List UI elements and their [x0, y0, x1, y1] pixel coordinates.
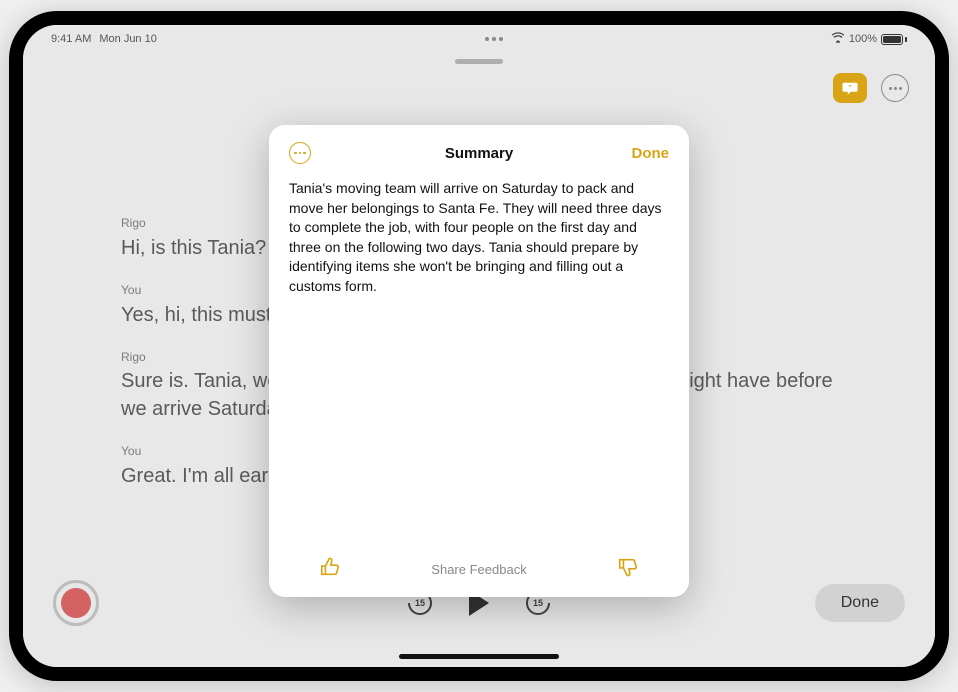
multitask-indicator-icon[interactable] — [485, 37, 503, 41]
thumbs-down-button[interactable] — [617, 556, 639, 583]
svg-text:”: ” — [848, 85, 851, 92]
modal-done-button[interactable]: Done — [632, 145, 670, 162]
wifi-icon — [831, 32, 845, 46]
transcript-quote-button[interactable]: ” — [833, 73, 867, 103]
modal-title: Summary — [445, 145, 513, 162]
battery-percent: 100% — [849, 33, 877, 45]
status-bar: 9:41 AM Mon Jun 10 100% — [23, 25, 935, 53]
top-right-tools: ” — [833, 73, 909, 103]
status-date: Mon Jun 10 — [99, 33, 156, 45]
home-indicator[interactable] — [399, 654, 559, 659]
ipad-frame: 9:41 AM Mon Jun 10 100% — [9, 11, 949, 681]
record-icon — [61, 588, 91, 618]
screen: 9:41 AM Mon Jun 10 100% — [23, 25, 935, 667]
modal-header: Summary Done — [289, 141, 669, 165]
more-button[interactable] — [881, 74, 909, 102]
sheet-grabber[interactable] — [455, 59, 503, 64]
status-time: 9:41 AM — [51, 33, 91, 45]
record-button[interactable] — [53, 580, 99, 626]
modal-footer: Share Feedback — [289, 556, 669, 583]
thumbs-up-button[interactable] — [319, 556, 341, 583]
skip-fwd-value: 15 — [533, 598, 543, 608]
share-feedback-label: Share Feedback — [431, 562, 526, 577]
summary-text: Tania's moving team will arrive on Satur… — [289, 179, 669, 297]
done-button[interactable]: Done — [815, 584, 905, 622]
ellipsis-icon — [294, 152, 306, 155]
summary-modal: Summary Done Tania's moving team will ar… — [269, 125, 689, 597]
battery-icon — [881, 34, 907, 45]
modal-more-button[interactable] — [289, 142, 311, 164]
ellipsis-icon — [889, 87, 902, 90]
skip-back-value: 15 — [415, 598, 425, 608]
